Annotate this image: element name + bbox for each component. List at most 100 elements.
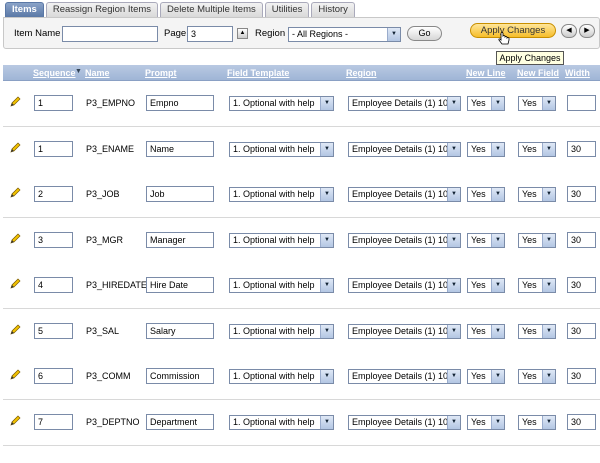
tab-utilities[interactable]: Utilities xyxy=(264,2,310,17)
new-field-select[interactable]: Yes ▼ xyxy=(518,369,556,384)
sequence-input[interactable]: 2 xyxy=(34,186,73,202)
field-template-select[interactable]: 1. Optional with help ▼ xyxy=(229,369,334,384)
region-select[interactable]: Employee Details (1) 10 ▼ xyxy=(348,323,461,339)
new-field-select[interactable]: Yes ▼ xyxy=(518,414,556,430)
region-select[interactable]: - All Regions - ▼ xyxy=(288,27,401,42)
go-button[interactable]: Go xyxy=(407,26,442,41)
sequence-input[interactable]: 1 xyxy=(34,95,73,111)
column-field-template[interactable]: Field Template xyxy=(227,68,289,78)
column-new-line[interactable]: New Line xyxy=(466,68,506,78)
column-new-field[interactable]: New Field xyxy=(517,68,559,78)
prompt-input[interactable]: Department xyxy=(146,413,214,430)
tab-delete-multiple-items[interactable]: Delete Multiple Items xyxy=(160,2,263,17)
sequence-input[interactable]: 4 xyxy=(34,277,73,293)
prompt-input[interactable]: Name xyxy=(146,140,214,157)
new-field-select[interactable]: Yes ▼ xyxy=(518,323,556,339)
region-select[interactable]: Employee Details (1) 10 ▼ xyxy=(348,414,461,430)
sequence-input[interactable]: 1 xyxy=(34,140,73,157)
sequence-input[interactable]: 7 xyxy=(34,413,73,430)
width-input[interactable] xyxy=(567,95,596,111)
chevron-down-icon: ▼ xyxy=(542,188,555,201)
column-sequence[interactable]: Sequence xyxy=(33,68,76,78)
chevron-down-icon: ▼ xyxy=(542,415,555,429)
region-select[interactable]: Employee Details (1) 10 ▼ xyxy=(348,232,461,248)
sequence-input[interactable]: 3 xyxy=(34,231,73,248)
pencil-icon[interactable] xyxy=(9,96,21,108)
prompt-input[interactable]: Manager xyxy=(146,231,214,248)
field-template-select[interactable]: 1. Optional with help ▼ xyxy=(229,323,334,339)
new-line-select[interactable]: Yes ▼ xyxy=(467,369,505,384)
new-field-select[interactable]: Yes ▼ xyxy=(518,232,556,248)
previous-item-button[interactable]: ◀ xyxy=(561,24,577,38)
region-select[interactable]: Employee Details (1) 10 ▼ xyxy=(348,369,461,384)
width-input[interactable]: 30 xyxy=(567,186,596,202)
pencil-icon[interactable] xyxy=(9,142,21,154)
field-template-select[interactable]: 1. Optional with help ▼ xyxy=(229,232,334,248)
tab-reassign-region-items[interactable]: Reassign Region Items xyxy=(45,2,159,17)
apply-changes-button[interactable]: Apply Changes xyxy=(470,23,556,38)
column-prompt[interactable]: Prompt xyxy=(145,68,177,78)
chevron-down-icon: ▼ xyxy=(542,324,555,338)
page-input[interactable]: 3 xyxy=(187,26,233,42)
table-row: 4 P3_HIREDATE Hire Date 1. Optional with he… xyxy=(3,263,600,309)
sequence-input[interactable]: 5 xyxy=(34,322,73,339)
pencil-icon[interactable] xyxy=(9,278,21,290)
column-name[interactable]: Name xyxy=(85,68,110,78)
sort-desc-icon: ▼ xyxy=(75,68,82,75)
width-input[interactable]: 30 xyxy=(567,322,596,339)
table-row: 1 P3_ENAME Name 1. Optional with help ▼ Emplo… xyxy=(3,126,600,173)
new-line-select[interactable]: Yes ▼ xyxy=(467,414,505,430)
field-template-select[interactable]: 1. Optional with help ▼ xyxy=(229,141,334,157)
field-template-select[interactable]: 1. Optional with help ▼ xyxy=(229,414,334,430)
region-select[interactable]: Employee Details (1) 10 ▼ xyxy=(348,96,461,111)
chevron-down-icon: ▼ xyxy=(447,279,460,292)
region-select-value: - All Regions - xyxy=(292,29,349,39)
prompt-input[interactable]: Salary xyxy=(146,322,214,339)
pencil-icon[interactable] xyxy=(9,324,21,336)
new-field-value: Yes xyxy=(522,416,537,427)
chevron-down-icon: ▼ xyxy=(447,324,460,338)
new-field-select[interactable]: Yes ▼ xyxy=(518,278,556,293)
new-field-select[interactable]: Yes ▼ xyxy=(518,187,556,202)
new-field-select[interactable]: Yes ▼ xyxy=(518,141,556,157)
new-line-select[interactable]: Yes ▼ xyxy=(467,278,505,293)
chevron-down-icon: ▼ xyxy=(447,188,460,201)
width-input[interactable]: 30 xyxy=(567,277,596,293)
width-input[interactable]: 30 xyxy=(567,231,596,248)
pencil-icon[interactable] xyxy=(9,369,21,381)
width-input[interactable]: 30 xyxy=(567,140,596,157)
pencil-icon[interactable] xyxy=(9,233,21,245)
prompt-input[interactable]: Hire Date xyxy=(146,277,214,293)
width-input[interactable]: 30 xyxy=(567,413,596,430)
item-name-input[interactable] xyxy=(62,26,158,42)
new-line-select[interactable]: Yes ▼ xyxy=(467,323,505,339)
new-line-select[interactable]: Yes ▼ xyxy=(467,232,505,248)
chevron-down-icon: ▼ xyxy=(542,97,555,110)
width-input[interactable]: 30 xyxy=(567,368,596,384)
tab-items[interactable]: Items xyxy=(5,2,44,17)
prompt-input[interactable]: Job xyxy=(146,186,214,202)
tab-history[interactable]: History xyxy=(311,2,355,17)
prompt-input[interactable]: Empno xyxy=(146,95,214,111)
new-line-select[interactable]: Yes ▼ xyxy=(467,141,505,157)
item-name: P3_MGR xyxy=(86,234,124,245)
prompt-input[interactable]: Commission xyxy=(146,368,214,384)
new-field-select[interactable]: Yes ▼ xyxy=(518,96,556,111)
new-line-select[interactable]: Yes ▼ xyxy=(467,187,505,202)
pencil-icon[interactable] xyxy=(9,415,21,427)
region-select[interactable]: Employee Details (1) 10 ▼ xyxy=(348,141,461,157)
region-select[interactable]: Employee Details (1) 10 ▼ xyxy=(348,278,461,293)
column-region[interactable]: Region xyxy=(346,68,377,78)
chevron-down-icon: ▼ xyxy=(491,97,504,110)
field-template-select[interactable]: 1. Optional with help ▼ xyxy=(229,278,334,293)
next-item-button[interactable]: ▶ xyxy=(579,24,595,38)
new-line-select[interactable]: Yes ▼ xyxy=(467,96,505,111)
page-lookup-button[interactable]: ▲ xyxy=(237,28,248,39)
region-select[interactable]: Employee Details (1) 10 ▼ xyxy=(348,187,461,202)
column-width[interactable]: Width xyxy=(565,68,590,78)
pencil-icon[interactable] xyxy=(9,187,21,199)
sequence-input[interactable]: 6 xyxy=(34,368,73,384)
field-template-select[interactable]: 1. Optional with help ▼ xyxy=(229,96,334,111)
field-template-select[interactable]: 1. Optional with help ▼ xyxy=(229,187,334,202)
chevron-down-icon: ▼ xyxy=(387,28,400,41)
